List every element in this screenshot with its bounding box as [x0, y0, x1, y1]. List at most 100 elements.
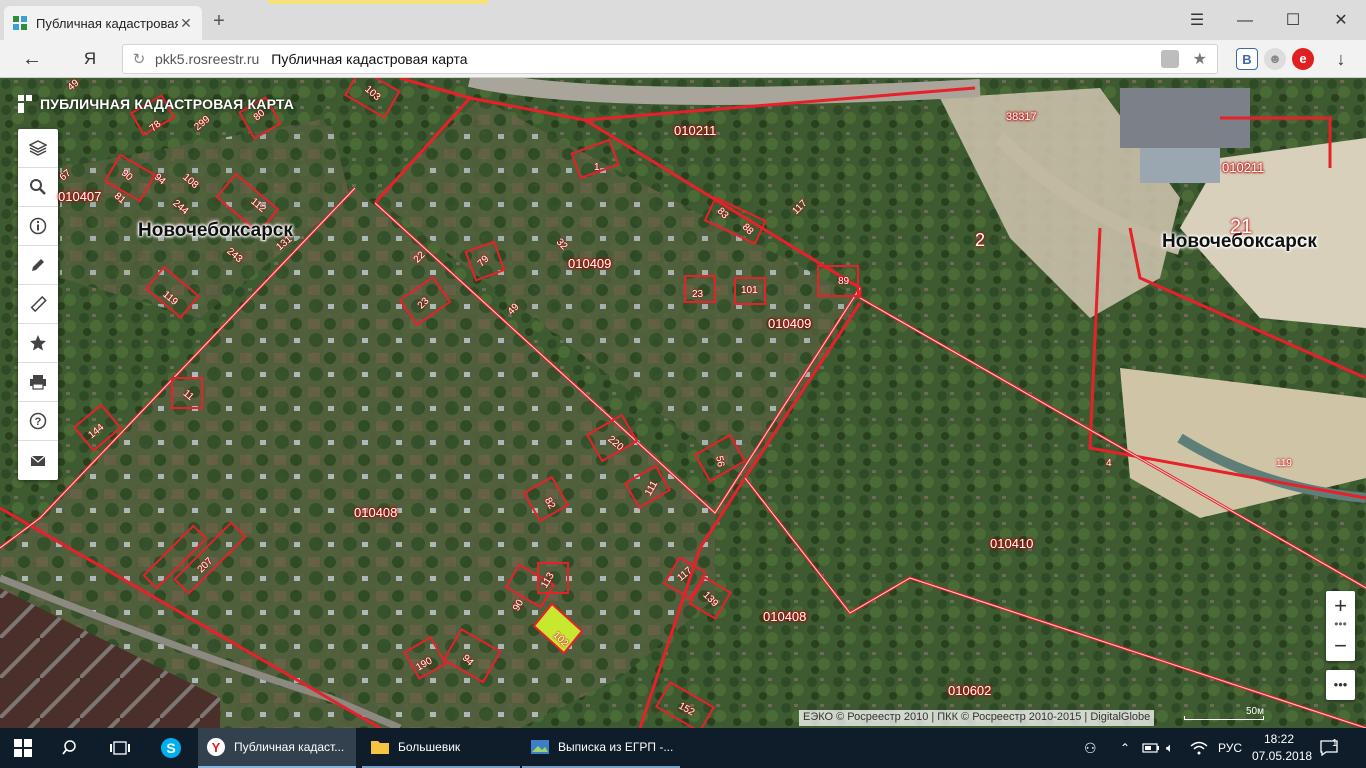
maximize-button[interactable]: ☐	[1270, 8, 1316, 34]
plot-number: 89	[838, 276, 850, 287]
quarter-label: 38317	[1006, 111, 1037, 123]
zone-number: 2	[975, 230, 986, 250]
download-icon[interactable]: ↓	[1330, 48, 1352, 70]
svg-text:Y: Y	[212, 740, 221, 755]
browser-tab[interactable]: Публичная кадастровая ✕	[4, 6, 202, 40]
search-icon	[30, 179, 46, 195]
taskbar: S Y Публичная кадаст... Большевик Выписк…	[0, 728, 1366, 768]
vk-extension-icon[interactable]: В	[1236, 48, 1258, 70]
yandex-button[interactable]: Я	[76, 46, 104, 72]
map-toolbar: ?	[18, 129, 58, 480]
battery-icon[interactable]	[1142, 728, 1160, 768]
extension-red-icon[interactable]: e	[1292, 48, 1314, 70]
rosreestr-favicon-icon	[13, 16, 27, 30]
tab-title: Публичная кадастровая	[36, 15, 178, 31]
plot-number: 4	[1106, 458, 1112, 469]
quarter-label: 010408	[354, 505, 398, 520]
skype-icon: S	[161, 738, 181, 758]
language-indicator[interactable]: РУС	[1218, 728, 1242, 768]
measure-button[interactable]	[18, 285, 58, 324]
network-icon[interactable]	[1190, 728, 1208, 768]
scale-bar: 50м	[1184, 706, 1264, 722]
yandex-browser-icon: Y	[207, 738, 225, 756]
layers-button[interactable]	[18, 129, 58, 168]
clock[interactable]: 18:22 07.05.2018	[1252, 731, 1313, 765]
minimize-button[interactable]: —	[1222, 8, 1268, 34]
svg-text:?: ?	[35, 416, 42, 428]
quarter-label: 010602	[948, 683, 992, 698]
map-brand: ПУБЛИЧНАЯ КАДАСТРОВАЯ КАРТА	[18, 95, 294, 113]
plot-number: 101	[741, 285, 758, 296]
reload-icon[interactable]: ↻	[123, 50, 155, 68]
url-domain: pkk5.rosreestr.ru	[155, 51, 260, 67]
tab-close-icon[interactable]: ✕	[178, 15, 194, 32]
start-button[interactable]	[14, 728, 32, 768]
help-button[interactable]: ?	[18, 402, 58, 441]
info-icon	[29, 217, 47, 235]
more-button[interactable]: •••	[1326, 670, 1355, 700]
draw-button[interactable]	[18, 246, 58, 285]
search-button[interactable]	[18, 168, 58, 207]
taskbar-app-photos[interactable]: Выписка из ЕГРП -...	[522, 728, 680, 768]
taskbar-app-folder[interactable]: Большевик	[362, 728, 520, 768]
zone-number: 21	[1230, 216, 1253, 238]
url-field[interactable]: ↻ pkk5.rosreestr.ru Публичная кадастрова…	[122, 44, 1218, 74]
skype-taskbar-button[interactable]: S	[160, 728, 182, 768]
print-button[interactable]	[18, 363, 58, 402]
back-button[interactable]: ←	[18, 46, 46, 72]
clock-date: 07.05.2018	[1252, 749, 1313, 763]
quarter-label: 010211	[1222, 160, 1265, 175]
volume-icon[interactable]: 🔈︎	[1166, 728, 1174, 768]
info-button[interactable]	[18, 207, 58, 246]
star-icon	[30, 335, 46, 351]
quarter-label: 010409	[768, 316, 812, 331]
zoom-out-button[interactable]: −	[1326, 631, 1355, 661]
taskbar-app-browser[interactable]: Y Публичная кадаст...	[198, 728, 356, 768]
cadastral-map[interactable]: ПУБЛИЧНАЯ КАДАСТРОВАЯ КАРТА ? Новочебокс…	[0, 78, 1366, 728]
quarter-label: 010407	[58, 189, 102, 204]
print-icon	[30, 375, 46, 390]
taskbar-app-label: Выписка из ЕГРП -...	[558, 740, 674, 754]
quarter-label: 010410	[990, 536, 1034, 551]
city-label: Новочебоксарск	[138, 220, 293, 241]
lock-icon[interactable]	[1160, 50, 1179, 68]
map-attribution: ЕЭКО © Росреестр 2010 | ПКК © Росреестр …	[799, 710, 1155, 726]
people-icon[interactable]: ⚇	[1084, 728, 1097, 768]
search-icon	[62, 740, 76, 755]
more-options: •••	[1326, 670, 1355, 700]
image-viewer-icon	[531, 740, 549, 754]
plot-number: 23	[692, 289, 704, 300]
clock-time: 18:22	[1263, 732, 1295, 746]
zoom-controls: + ••• −	[1326, 591, 1355, 661]
folder-icon	[371, 741, 389, 754]
extension-gray-icon[interactable]: ☻	[1264, 48, 1286, 70]
help-icon: ?	[29, 412, 47, 430]
browser-menu-button[interactable]: ☰	[1174, 8, 1220, 34]
rosreestr-logo-icon	[18, 95, 32, 113]
notifications-button[interactable]: 1	[1320, 728, 1338, 768]
feedback-button[interactable]	[18, 441, 58, 480]
pencil-icon	[32, 259, 44, 271]
task-view-button[interactable]	[110, 728, 130, 768]
task-view-icon	[110, 741, 130, 755]
search-taskbar-button[interactable]	[62, 728, 80, 768]
taskbar-app-label: Публичная кадаст...	[234, 740, 345, 754]
new-tab-button[interactable]: +	[208, 10, 230, 32]
satellite-background	[0, 78, 1366, 728]
close-window-button[interactable]: ✕	[1318, 8, 1364, 34]
quarter-label: 010409	[568, 256, 612, 271]
bookmark-star-icon[interactable]: ★	[1193, 49, 1207, 69]
ruler-icon	[30, 295, 47, 313]
chevron-up-icon[interactable]: ⌃	[1120, 728, 1130, 768]
url-page-title: Публичная кадастровая карта	[271, 51, 468, 67]
address-bar: ← Я ↻ pkk5.rosreestr.ru Публичная кадаст…	[0, 40, 1366, 78]
plot-number: 1	[594, 162, 600, 173]
plot-number: 119	[1276, 458, 1292, 469]
favorites-button[interactable]	[18, 324, 58, 363]
quarter-label: 010408	[763, 609, 807, 624]
taskbar-app-label: Большевик	[398, 740, 461, 754]
quarter-label: 010211	[674, 123, 717, 138]
tab-bar: Публичная кадастровая ✕ + ☰ — ☐ ✕	[0, 0, 1366, 40]
mail-icon	[30, 455, 46, 466]
zoom-dots: •••	[1334, 617, 1347, 631]
